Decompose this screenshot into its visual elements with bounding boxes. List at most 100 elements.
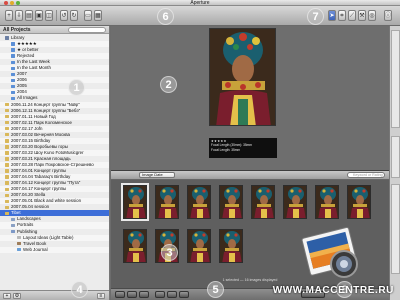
- select-tool-icon[interactable]: ➤: [328, 10, 336, 21]
- project-list-item-label: 2007.04.01 Концерт группы: [11, 168, 67, 174]
- add-icon[interactable]: +: [3, 293, 11, 299]
- thumbnail-image: [124, 186, 146, 218]
- main-photo[interactable]: [209, 28, 276, 126]
- project-list-item-label: 2007.01.11 Новый Год: [11, 113, 56, 119]
- callout-7: 7: [307, 8, 324, 25]
- photo-thumbnail[interactable]: [283, 185, 307, 219]
- project-list-item-label: ★★★★★: [17, 41, 37, 47]
- photo-thumbnail[interactable]: [347, 185, 371, 219]
- thumbnail-image: [220, 230, 242, 262]
- photo-icon[interactable]: ▣: [35, 10, 43, 21]
- list-view-icon[interactable]: [139, 291, 149, 298]
- aperture-window: Aperture + ⇩ ▤ ▣ ◫ ↺ ↻ ▭ ▦ ➤ ⌗ ⟋ ⚒ ◎ ⓘ A…: [0, 0, 400, 300]
- watermark-text: WWW.MACCENTRE.RU: [272, 285, 394, 296]
- photo-thumbnail[interactable]: [155, 185, 179, 219]
- photo-thumbnail[interactable]: [123, 229, 147, 263]
- smart-album-icon: [11, 42, 15, 46]
- rotate-right-icon[interactable]: ↻: [70, 10, 78, 21]
- thumbnail-image: [348, 186, 370, 218]
- projects-panel-header: All Projects: [0, 26, 109, 34]
- fullscreen-button[interactable]: [155, 291, 165, 298]
- lift-stamp-icon[interactable]: ⚒: [358, 10, 366, 21]
- project-icon: [5, 102, 9, 107]
- project-list-item-label: 2007.02.17 Jofn: [11, 125, 43, 131]
- thumbnail-image: [156, 186, 178, 218]
- stack-icon[interactable]: ▤: [25, 10, 33, 21]
- projects-search-field[interactable]: [68, 27, 106, 33]
- callout-4: 4: [71, 281, 88, 298]
- project-list-item-label: 2007.04.20 Stella: [11, 192, 46, 198]
- project-list-item[interactable]: Web Journal: [0, 246, 109, 253]
- display-mode-icon[interactable]: ▭: [84, 10, 92, 21]
- project-list-item-label: Web Journal: [23, 246, 48, 252]
- toolbar: + ⇩ ▤ ▣ ◫ ↺ ↻ ▭ ▦ ➤ ⌗ ⟋ ⚒ ◎ ⓘ: [0, 6, 400, 26]
- project-list-item-label: Landscapes: [17, 216, 41, 222]
- action-gear-icon[interactable]: ⚙: [13, 293, 21, 299]
- metadata-overlay: ★★★★★ Focal Length (35mm): 35mm Focal Le…: [209, 138, 277, 158]
- project-list-item-label: In the Last Week: [17, 59, 50, 65]
- photo-thumbnail[interactable]: [315, 185, 339, 219]
- straighten-tool-icon[interactable]: ⟋: [348, 10, 356, 21]
- thumbnail-image: [316, 186, 338, 218]
- callout-1: 1: [68, 79, 85, 96]
- project-list-item-label: 2007.03.20 Воробьевы горы: [11, 143, 68, 149]
- thumbnail-image: [220, 186, 242, 218]
- inspector-section[interactable]: [391, 30, 400, 128]
- grid-view-icon[interactable]: [127, 291, 137, 298]
- projects-list: Library ★★★★★ ★ or better Rejected In the La…: [0, 35, 109, 253]
- inspector-toggle-icon[interactable]: ⓘ: [384, 10, 392, 21]
- loupe-icon[interactable]: ◎: [368, 10, 376, 21]
- project-icon: [5, 151, 9, 155]
- project-icon: [5, 175, 9, 179]
- photo-thumbnail[interactable]: [187, 185, 211, 219]
- project-list-item-label: 2006: [17, 77, 27, 83]
- smart-album-icon: [11, 84, 15, 89]
- projects-panel: All Projects Library ★★★★★ ★ or better Reje…: [0, 26, 110, 300]
- browser-search-field[interactable]: Keyword or Rating: [347, 172, 385, 178]
- viewer-area[interactable]: ★★★★★ Focal Length (35mm): 35mm Focal Le…: [111, 26, 389, 170]
- callout-5: 5: [207, 281, 224, 298]
- project-list-item-label: 2007.03.15 Birthday: [11, 137, 51, 143]
- project-list-item-label: 2007.03.22 Шоу Kuno FotoMusicgrer: [11, 149, 84, 155]
- project-list-item-label: Travel Book: [23, 240, 47, 246]
- crop-tool-icon[interactable]: ⌗: [338, 10, 346, 21]
- viewer-mode-icon[interactable]: ▦: [94, 10, 102, 21]
- callout-6: 6: [157, 8, 174, 25]
- photo-thumbnail[interactable]: [219, 185, 243, 219]
- compare-icon[interactable]: ◫: [45, 10, 53, 21]
- photo-thumbnail[interactable]: [121, 183, 149, 221]
- project-icon: [5, 139, 9, 143]
- smart-album-icon: [11, 72, 15, 76]
- thumbnail-image: [284, 186, 306, 218]
- projects-panel-footer: + ⚙ ≡: [0, 290, 109, 300]
- project-icon: [5, 145, 9, 149]
- inspector-section[interactable]: [391, 184, 400, 274]
- project-list-item-label: In the Last Month: [17, 65, 51, 71]
- sort-filter-popup[interactable]: Image Date: [139, 172, 175, 178]
- project-icon: [5, 205, 9, 210]
- thumbnail-image: [252, 186, 274, 218]
- project-icon: [5, 169, 9, 173]
- keywords-button[interactable]: [179, 291, 189, 298]
- workspace-button[interactable]: [167, 291, 177, 298]
- smart-album-icon: [11, 90, 15, 95]
- project-icon: [5, 193, 9, 197]
- photo-thumbnail[interactable]: [219, 229, 243, 263]
- inspector-panel: [389, 26, 400, 300]
- tibetan-girl-portrait-image: [210, 29, 275, 125]
- inspector-section[interactable]: [391, 136, 400, 178]
- folder-icon: [11, 229, 15, 234]
- new-project-icon[interactable]: +: [5, 10, 13, 21]
- photo-thumbnail[interactable]: [251, 185, 275, 219]
- rotate-left-icon[interactable]: ↺: [60, 10, 68, 21]
- photo-thumbnail[interactable]: [187, 229, 211, 263]
- project-list-item-label: ★ or better: [17, 47, 39, 53]
- resize-handle-icon[interactable]: ≡: [97, 293, 105, 299]
- light-table-icon: [17, 235, 21, 240]
- project-list-item-label: 2007.04.12 Концерт группы "Пута": [11, 180, 81, 186]
- projects-panel-title[interactable]: All Projects: [3, 27, 31, 33]
- filmstrip-view-icon[interactable]: [115, 291, 125, 298]
- project-list-item-label: 2007.04.17 Концерт группы: [11, 186, 67, 192]
- project-list-item-label: 2004: [17, 89, 27, 95]
- import-icon[interactable]: ⇩: [15, 10, 23, 21]
